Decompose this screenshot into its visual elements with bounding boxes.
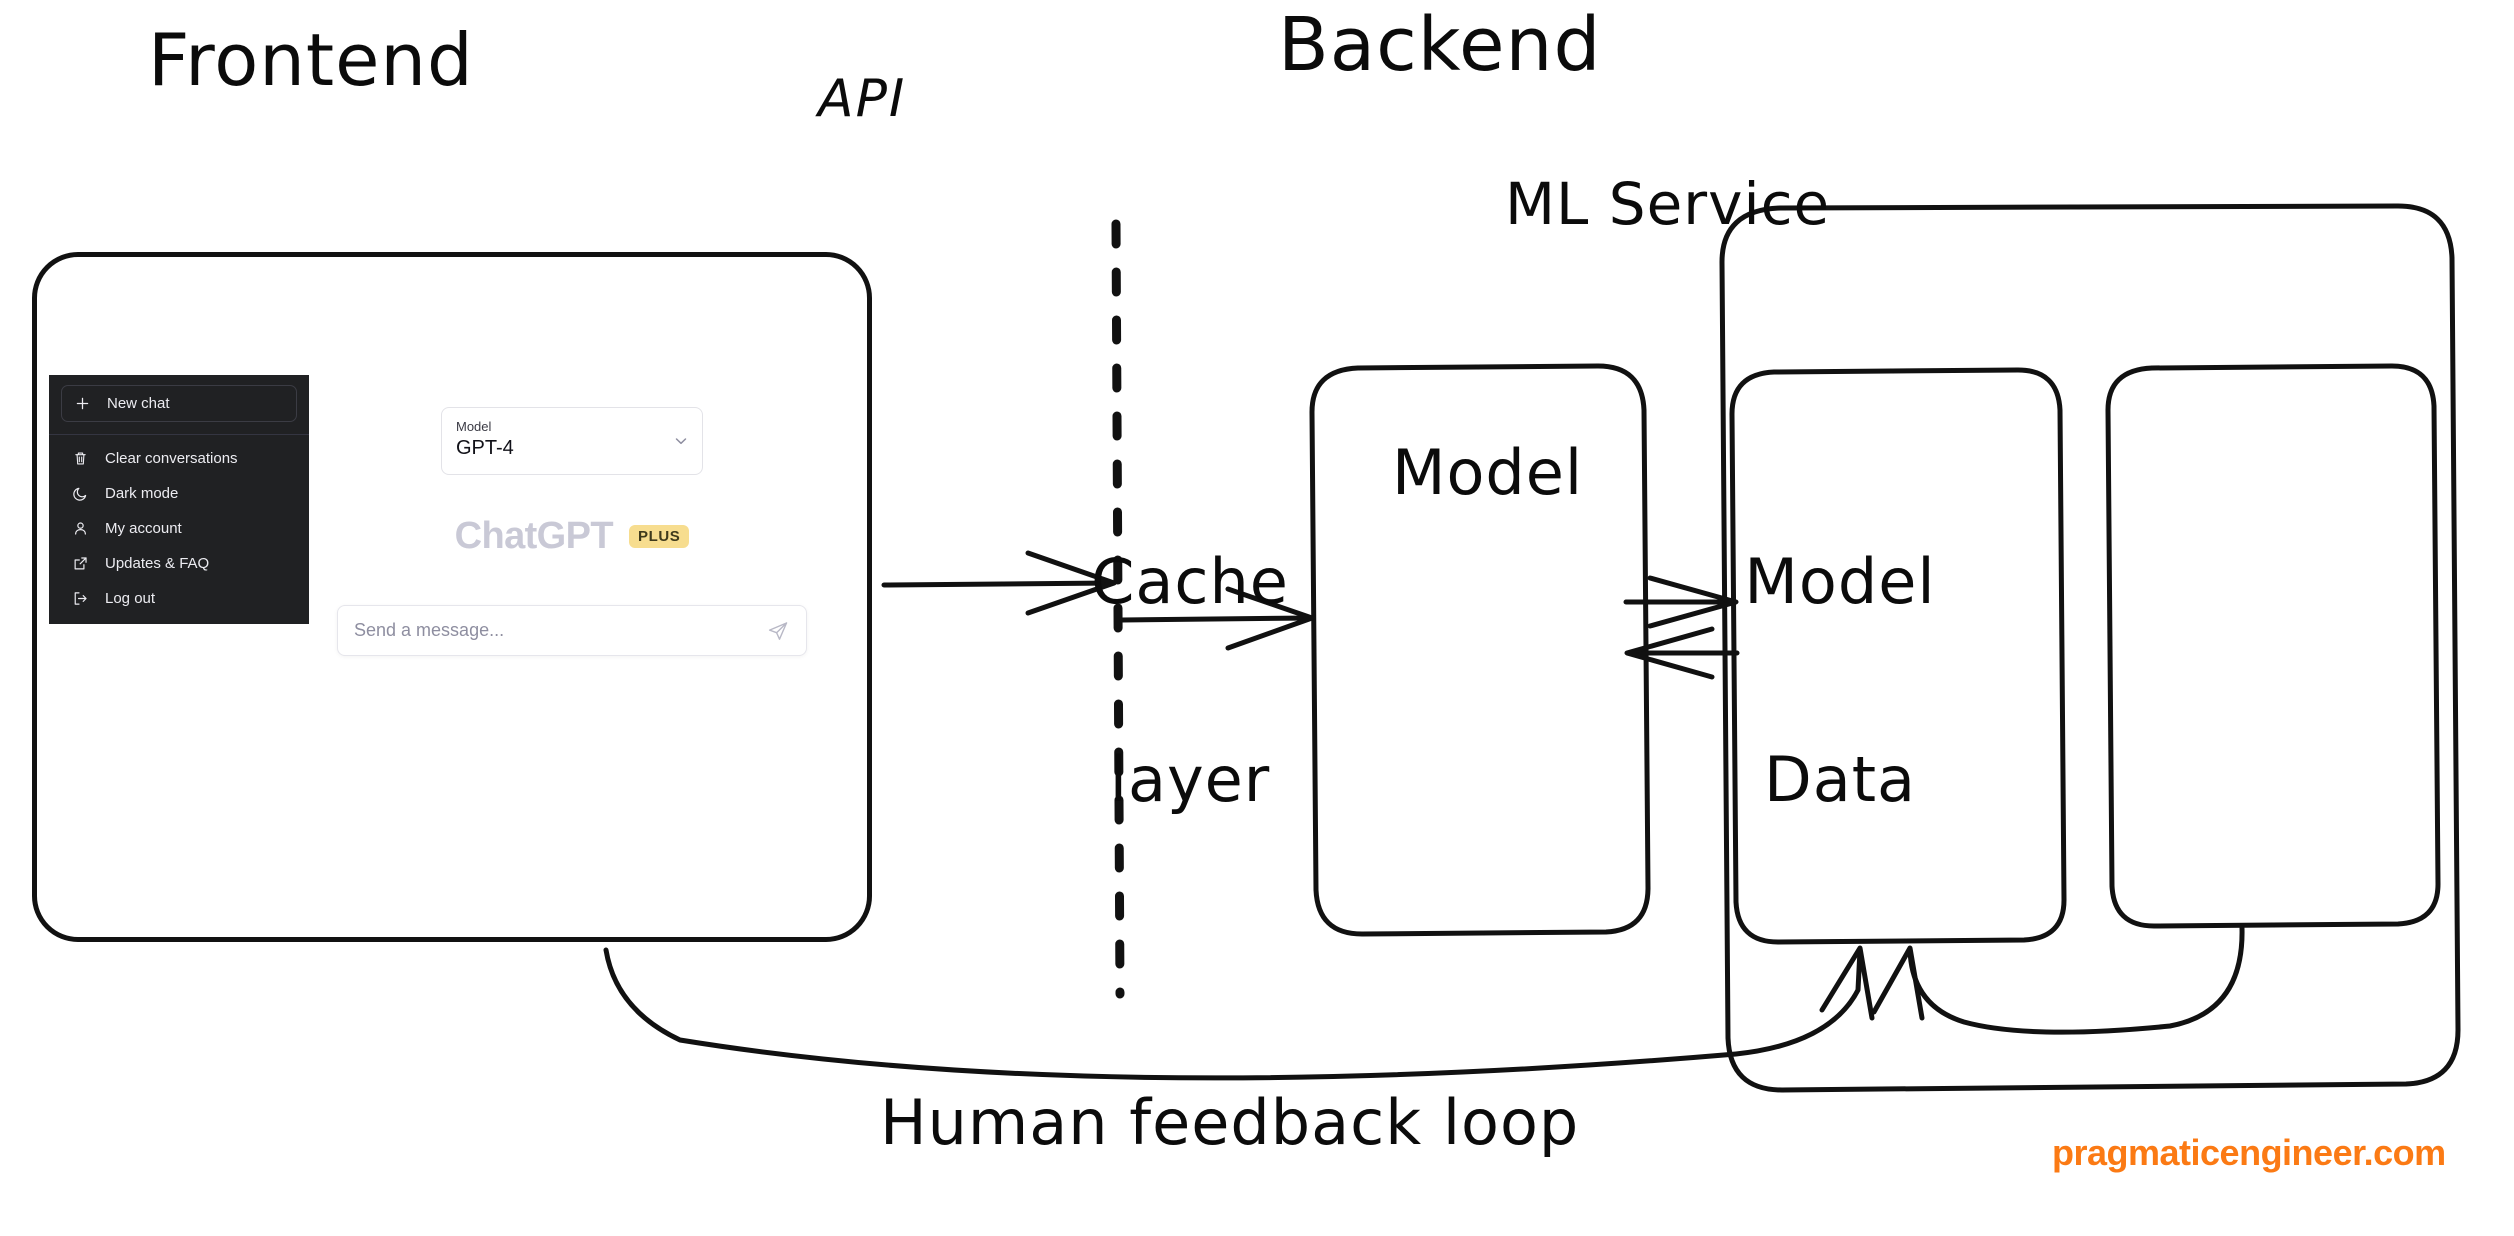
sidebar-item-log-out[interactable]: Log out bbox=[49, 581, 309, 616]
chat-main-pane: Model GPT-4 ChatGPT PLUS Send a message.… bbox=[337, 407, 807, 657]
plus-icon bbox=[73, 394, 92, 413]
plus-badge: PLUS bbox=[628, 525, 690, 549]
node-label-model-data: Model Data bbox=[1715, 418, 1965, 944]
new-chat-label: New chat bbox=[107, 395, 170, 412]
model-selector-value: GPT-4 bbox=[456, 437, 514, 460]
sidebar-item-label: Clear conversations bbox=[105, 450, 238, 467]
model-selector[interactable]: Model GPT-4 bbox=[441, 407, 703, 476]
model-data-to-model-arrowhead bbox=[1871, 945, 1925, 1021]
sidebar-item-dark-mode[interactable]: Dark mode bbox=[49, 476, 309, 511]
zone-label-frontend: Frontend bbox=[148, 18, 474, 102]
chat-sidebar: New chat Clear conversations Dark mode M… bbox=[49, 375, 309, 624]
chevron-down-icon bbox=[673, 433, 689, 449]
model-data-line-2: Data bbox=[1763, 742, 1917, 816]
feedback-loop-arrowhead bbox=[1819, 945, 1875, 1021]
chatgpt-wordmark: ChatGPT bbox=[454, 515, 614, 558]
attribution-text: pragmaticengineer.com bbox=[2052, 1132, 2446, 1173]
model-data-line-1: Model bbox=[1744, 545, 1936, 619]
feedback-loop-curve bbox=[603, 947, 1863, 1081]
sidebar-item-clear-conversations[interactable]: Clear conversations bbox=[49, 441, 309, 476]
cache-layer-line-2: layer bbox=[1109, 742, 1271, 816]
diagram-canvas: Frontend Backend API ML Service Cache la… bbox=[0, 0, 2514, 1236]
send-paper-plane-icon[interactable] bbox=[767, 620, 789, 642]
arrow-model-to-cache-head bbox=[1624, 626, 1715, 680]
sidebar-menu-list: Clear conversations Dark mode My account… bbox=[49, 435, 309, 624]
brand-row: ChatGPT PLUS bbox=[337, 515, 807, 558]
external-link-icon bbox=[71, 554, 90, 573]
sidebar-item-label: My account bbox=[105, 520, 182, 537]
trash-icon bbox=[71, 449, 90, 468]
edge-label-human-feedback-loop: Human feedback loop bbox=[880, 1086, 1580, 1159]
sidebar-item-label: Updates & FAQ bbox=[105, 555, 210, 572]
moon-icon bbox=[71, 484, 90, 503]
person-icon bbox=[71, 519, 90, 538]
frontend-app-window: New chat Clear conversations Dark mode M… bbox=[32, 252, 872, 942]
message-composer[interactable]: Send a message... bbox=[337, 605, 807, 657]
node-label-ml-service: ML Service bbox=[1505, 170, 1831, 238]
node-label-cache-layer: Cache layer bbox=[1070, 418, 1310, 944]
model-selector-caption: Model bbox=[456, 419, 492, 434]
sidebar-item-my-account[interactable]: My account bbox=[49, 511, 309, 546]
model-data-box bbox=[2105, 363, 2441, 929]
sidebar-item-label: Log out bbox=[105, 590, 156, 607]
sidebar-item-updates-and-faq[interactable]: Updates & FAQ bbox=[49, 546, 309, 581]
logout-icon bbox=[71, 589, 90, 608]
new-chat-section: New chat bbox=[49, 375, 309, 435]
sidebar-item-label: Dark mode bbox=[105, 485, 179, 502]
node-label-model: Model bbox=[1392, 436, 1584, 509]
zone-label-api: API bbox=[818, 69, 907, 129]
cache-layer-line-1: Cache bbox=[1091, 545, 1289, 619]
new-chat-button[interactable]: New chat bbox=[61, 385, 297, 422]
zone-label-backend: Backend bbox=[1278, 2, 1602, 88]
message-input-placeholder: Send a message... bbox=[354, 620, 505, 641]
